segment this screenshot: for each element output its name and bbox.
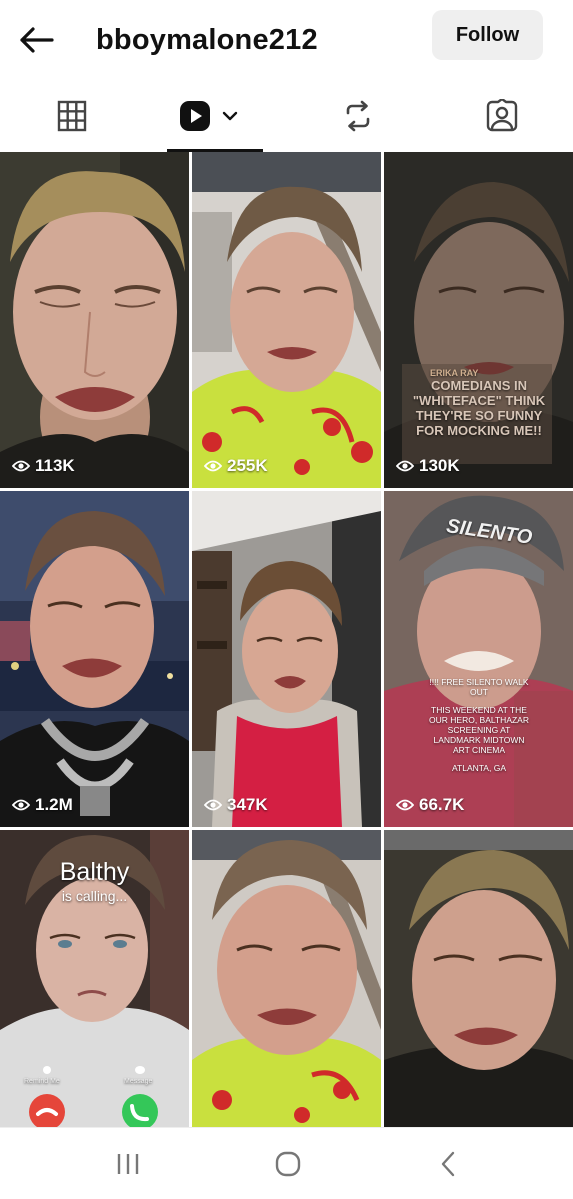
chevron-down-icon — [222, 111, 238, 121]
caption-line: OUT — [470, 687, 488, 697]
eye-icon — [396, 460, 414, 472]
eye-icon — [12, 460, 30, 472]
reel-thumbnail-8[interactable] — [192, 830, 381, 1127]
thumbnail-image — [384, 830, 573, 1127]
view-count: 347K — [204, 795, 268, 815]
tab-tagged[interactable] — [430, 80, 573, 152]
reels-grid: 113K 255K ERIKA RAY COMEDIANS IN "WHITEF… — [0, 152, 573, 1127]
caption-line: !!!! FREE SILENTO WALK — [429, 677, 529, 687]
tagged-icon — [486, 99, 517, 132]
profile-header: bboymalone212 Follow — [0, 0, 573, 78]
thumbnail-image — [0, 152, 189, 488]
grid-icon — [57, 100, 86, 132]
caption-line: SCREENING AT — [447, 725, 511, 735]
eye-icon — [396, 799, 414, 811]
caller-name: Balthy — [59, 858, 130, 886]
view-count-label: 113K — [35, 456, 75, 475]
system-back-button[interactable] — [418, 1144, 478, 1184]
eye-icon — [204, 460, 222, 472]
tab-reels[interactable] — [143, 80, 263, 152]
caption-line: LANDMARK MIDTOWN — [433, 735, 525, 745]
reel-thumbnail-5[interactable]: 347K — [192, 491, 381, 827]
view-count-label: 130K — [419, 456, 460, 475]
thumbnail-image — [192, 152, 381, 488]
view-count: 1.2M — [12, 795, 73, 815]
video-caption-overlay: ERIKA RAY COMEDIANS IN "WHITEFACE" THINK… — [404, 368, 554, 438]
system-nav-bar — [0, 1127, 573, 1199]
view-count: 66.7K — [396, 795, 464, 815]
reel-thumbnail-4[interactable]: 1.2M — [0, 491, 189, 827]
view-count-label: 1.2M — [35, 795, 73, 814]
reel-thumbnail-2[interactable]: 255K — [192, 152, 381, 488]
reel-thumbnail-9[interactable] — [384, 830, 573, 1127]
thumbnail-image — [192, 491, 381, 827]
tab-grid[interactable] — [0, 80, 143, 152]
video-caption-overlay: !!!! FREE SILENTO WALK OUT THIS WEEKEND … — [404, 677, 554, 773]
reels-icon — [180, 101, 210, 131]
home-button[interactable] — [258, 1144, 318, 1184]
view-count-label: 66.7K — [419, 795, 465, 814]
view-count-label: 347K — [227, 795, 268, 814]
view-count: 255K — [204, 456, 268, 476]
caption-line: OUR HERO, BALTHAZAR — [429, 715, 529, 725]
reel-thumbnail-3[interactable]: ERIKA RAY COMEDIANS IN "WHITEFACE" THINK… — [384, 152, 573, 488]
caption-author: ERIKA RAY — [430, 368, 479, 378]
profile-username: bboymalone212 — [96, 24, 318, 56]
back-button[interactable] — [14, 20, 58, 60]
view-count: 130K — [396, 456, 460, 476]
eye-icon — [12, 799, 30, 811]
recent-apps-button[interactable] — [98, 1144, 158, 1184]
view-count: 113K — [12, 456, 75, 476]
caller-status: is calling... — [61, 888, 128, 904]
caption-line: THEY'RE SO FUNNY — [415, 408, 543, 423]
remind-me-label: Remind Me — [24, 1078, 60, 1085]
eye-icon — [204, 799, 222, 811]
home-icon — [275, 1151, 301, 1177]
message-label: Message — [124, 1078, 153, 1085]
thumbnail-image — [192, 830, 381, 1127]
back-arrow-icon — [20, 27, 54, 53]
caption-line: COMEDIANS IN — [430, 378, 528, 393]
thumbnail-image — [0, 491, 189, 827]
recent-apps-icon — [117, 1154, 139, 1174]
reel-thumbnail-7[interactable]: Balthy is calling... Remind Me Message — [0, 830, 189, 1127]
chevron-left-icon — [441, 1151, 455, 1177]
follow-button[interactable]: Follow — [432, 10, 543, 60]
caption-line: ATLANTA, GA — [451, 763, 506, 773]
caption-line: "WHITEFACE" THINK — [412, 393, 546, 408]
caption-line: ART CINEMA — [452, 745, 506, 755]
tab-reposts[interactable] — [286, 80, 429, 152]
repost-icon — [346, 100, 369, 132]
caption-line: THIS WEEKEND AT THE — [431, 705, 527, 715]
view-count-label: 255K — [227, 456, 268, 475]
caption-line: FOR MOCKING ME!! — [416, 423, 542, 438]
reel-thumbnail-1[interactable]: 113K — [0, 152, 189, 488]
reel-thumbnail-6[interactable]: SILENTO !!!! FREE SILENTO WALK OUT THIS … — [384, 491, 573, 827]
profile-tabs — [0, 80, 573, 152]
